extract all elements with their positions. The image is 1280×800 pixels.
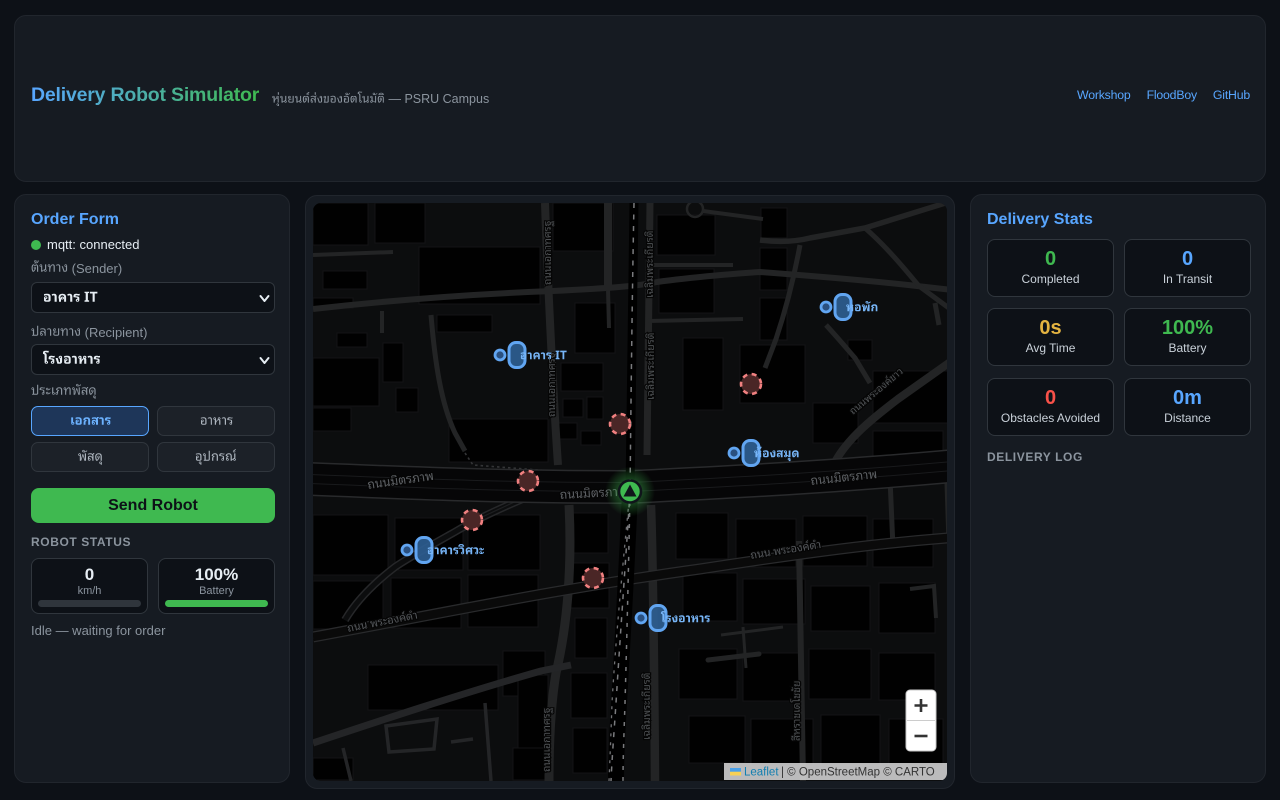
svg-text:Leaflet: Leaflet bbox=[744, 767, 779, 779]
svg-text:| © OpenStreetMap © CARTO: | © OpenStreetMap © CARTO bbox=[781, 767, 935, 779]
